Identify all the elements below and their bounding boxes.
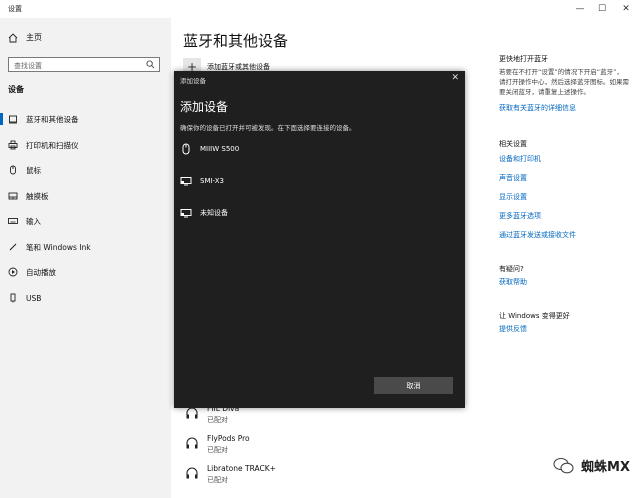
sidebar-item-label: 自动播放	[26, 267, 56, 277]
title-bar: 设置 — ☐ ✕	[0, 0, 640, 18]
keyboard-icon	[6, 214, 20, 228]
sidebar-home-label: 主页	[26, 33, 42, 42]
sidebar: 主页 查找设置 设备 蓝牙和其他设备 打印机和扫描仪 鼠标 触摸板 输入 笔和 …	[0, 18, 171, 498]
dialog-device-item[interactable]: 未知设备	[180, 204, 450, 222]
devices-printers-link[interactable]: 设备和打印机	[499, 154, 629, 164]
dialog-title: 添加设备	[180, 100, 229, 114]
device-status: 已配对	[207, 476, 228, 484]
sidebar-item-autoplay[interactable]: 自动播放	[0, 262, 171, 282]
dialog-device-item[interactable]: SMI-X3	[180, 172, 450, 190]
headphones-icon	[186, 467, 198, 479]
close-button[interactable]: ✕	[614, 0, 638, 18]
touchpad-icon	[6, 189, 20, 203]
dialog-close-icon[interactable]: ✕	[451, 73, 459, 83]
sidebar-item-pen[interactable]: 笔和 Windows Ink	[0, 237, 171, 257]
pen-icon	[6, 240, 20, 254]
sidebar-item-bluetooth[interactable]: 蓝牙和其他设备	[0, 109, 171, 129]
search-box[interactable]: 查找设置	[8, 57, 160, 72]
watermark-text: 蜘蛛MX	[581, 460, 630, 475]
dialog-device-name: SMI-X3	[200, 177, 224, 185]
sidebar-item-label: 输入	[26, 216, 41, 226]
related-heading: 相关设置	[499, 140, 527, 148]
dialog-description: 确保你的设备已打开并可被发现。在下面选择要连接的设备。	[180, 124, 356, 132]
home-icon	[8, 32, 18, 42]
related-panel: 更快地打开蓝牙 若要在不打开“设置”的情况下开启“蓝牙”，请打开操作中心，然后选…	[499, 54, 629, 334]
page-title: 蓝牙和其他设备	[183, 32, 289, 50]
display-settings-link[interactable]: 显示设置	[499, 192, 629, 202]
get-help-link[interactable]: 获取帮助	[499, 277, 629, 287]
device-name: FlyPods Pro	[207, 434, 250, 443]
sidebar-item-label: 鼠标	[26, 165, 41, 175]
dialog-device-item[interactable]: MIIIW S500	[180, 140, 450, 158]
device-status: 已配对	[207, 446, 228, 454]
display-icon	[180, 177, 192, 186]
send-receive-files-link[interactable]: 通过蓝牙发送或接收文件	[499, 230, 629, 240]
add-device-dialog: 添加设备 ✕ 添加设备 确保你的设备已打开并可被发现。在下面选择要连接的设备。 …	[174, 71, 465, 408]
watermark: 蜘蛛MX	[553, 456, 630, 475]
sidebar-item-label: 触摸板	[26, 191, 49, 201]
dialog-bar-title: 添加设备	[180, 77, 206, 85]
headphones-icon	[186, 407, 198, 419]
search-input[interactable]: 查找设置	[14, 61, 42, 71]
sound-settings-link[interactable]: 声音设置	[499, 173, 629, 183]
cancel-button[interactable]: 取消	[374, 377, 453, 394]
settings-window: 设置 — ☐ ✕ 主页 查找设置 设备 蓝牙和其他设备 打印机和扫描仪 鼠标 触	[0, 0, 640, 498]
sidebar-section-title: 设备	[8, 85, 24, 94]
usb-icon	[6, 291, 20, 305]
sidebar-item-label: USB	[26, 293, 42, 303]
sidebar-item-touchpad[interactable]: 触摸板	[0, 186, 171, 206]
feedback-heading: 让 Windows 变得更好	[499, 312, 570, 320]
headphones-icon	[186, 437, 198, 449]
device-status: 已配对	[207, 416, 228, 424]
mouse-icon	[182, 143, 190, 155]
faster-heading: 更快地打开蓝牙	[499, 55, 548, 63]
minimize-button[interactable]: —	[568, 0, 592, 18]
dialog-device-name: 未知设备	[200, 209, 228, 217]
sidebar-item-printers[interactable]: 打印机和扫描仪	[0, 135, 171, 155]
device-item[interactable]: Libratone TRACK+ 已配对	[185, 464, 276, 485]
faster-text: 若要在不打开“设置”的情况下开启“蓝牙”，请打开操作中心，然后选择蓝牙图标。如果…	[499, 68, 629, 96]
sidebar-item-label: 笔和 Windows Ink	[26, 242, 91, 252]
dialog-device-name: MIIIW S500	[200, 145, 240, 153]
autoplay-icon	[6, 265, 20, 279]
sidebar-item-usb[interactable]: USB	[0, 288, 171, 308]
search-icon[interactable]	[146, 60, 155, 69]
device-name: Libratone TRACK+	[207, 464, 276, 473]
printer-icon	[6, 138, 20, 152]
sidebar-home[interactable]: 主页	[8, 32, 42, 43]
question-heading: 有疑问?	[499, 265, 524, 273]
bluetooth-info-link[interactable]: 获取有关蓝牙的详细信息	[499, 103, 629, 113]
device-item[interactable]: FlyPods Pro 已配对	[185, 434, 250, 455]
display-icon	[180, 209, 192, 218]
more-bluetooth-options-link[interactable]: 更多蓝牙选项	[499, 211, 629, 221]
bluetooth-icon	[6, 112, 20, 126]
app-title: 设置	[8, 5, 22, 13]
wechat-icon	[553, 457, 574, 473]
feedback-link[interactable]: 提供反馈	[499, 324, 629, 334]
maximize-button[interactable]: ☐	[590, 0, 614, 18]
sidebar-item-label: 打印机和扫描仪	[26, 140, 79, 150]
sidebar-item-mouse[interactable]: 鼠标	[0, 160, 171, 180]
sidebar-item-label: 蓝牙和其他设备	[26, 114, 79, 124]
dialog-title-bar: 添加设备 ✕	[174, 71, 465, 87]
sidebar-item-typing[interactable]: 输入	[0, 211, 171, 231]
mouse-icon	[6, 163, 20, 177]
